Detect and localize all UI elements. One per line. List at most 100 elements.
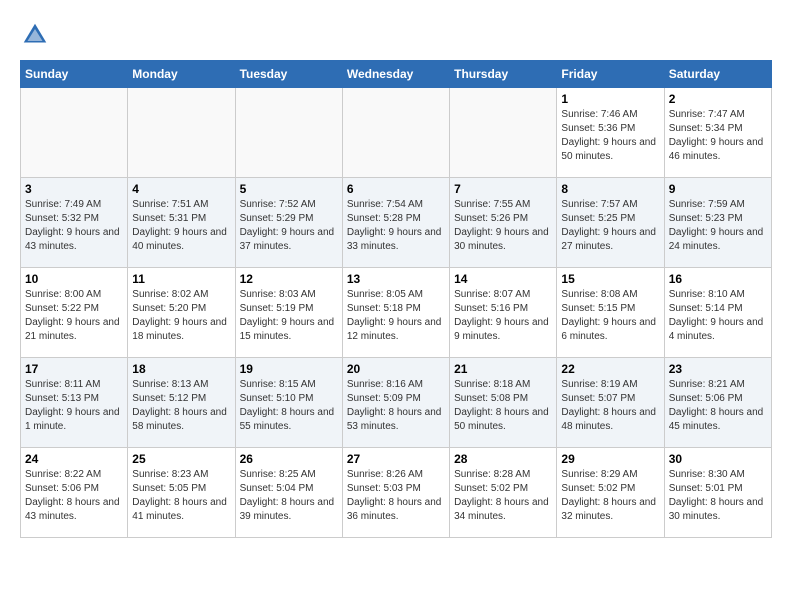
- day-number: 13: [347, 272, 445, 286]
- calendar-table: SundayMondayTuesdayWednesdayThursdayFrid…: [20, 60, 772, 538]
- calendar-cell: 29 Sunrise: 8:29 AM Sunset: 5:02 PM Dayli…: [557, 448, 664, 538]
- day-info: Sunrise: 8:02 AM Sunset: 5:20 PM Dayligh…: [132, 288, 230, 344]
- day-info: Sunrise: 8:16 AM Sunset: 5:09 PM Dayligh…: [347, 378, 445, 434]
- calendar-cell: 27 Sunrise: 8:26 AM Sunset: 5:03 PM Dayli…: [342, 448, 449, 538]
- day-number: 28: [454, 452, 552, 466]
- calendar-cell: 1 Sunrise: 7:46 AM Sunset: 5:36 PM Daylig…: [557, 88, 664, 178]
- day-info: Sunrise: 8:03 AM Sunset: 5:19 PM Dayligh…: [240, 288, 338, 344]
- calendar-cell: 11Sunrise: 8:02 AM Sunset: 5:20 PM Dayli…: [128, 268, 235, 358]
- calendar-cell: [450, 88, 557, 178]
- day-number: 22: [561, 362, 659, 376]
- day-info: Sunrise: 8:15 AM Sunset: 5:10 PM Dayligh…: [240, 378, 338, 434]
- day-info: Sunrise: 7:46 AM Sunset: 5:36 PM Dayligh…: [561, 108, 659, 164]
- day-number: 4: [132, 182, 230, 196]
- calendar-cell: 18Sunrise: 8:13 AM Sunset: 5:12 PM Dayli…: [128, 358, 235, 448]
- calendar-cell: [342, 88, 449, 178]
- day-number: 1: [561, 92, 659, 106]
- calendar-header-row: SundayMondayTuesdayWednesdayThursdayFrid…: [21, 61, 772, 88]
- day-info: Sunrise: 8:23 AM Sunset: 5:05 PM Dayligh…: [132, 468, 230, 524]
- day-number: 18: [132, 362, 230, 376]
- calendar-header-sunday: Sunday: [21, 61, 128, 88]
- calendar-cell: 2 Sunrise: 7:47 AM Sunset: 5:34 PM Daylig…: [664, 88, 771, 178]
- day-number: 20: [347, 362, 445, 376]
- day-info: Sunrise: 8:26 AM Sunset: 5:03 PM Dayligh…: [347, 468, 445, 524]
- day-info: Sunrise: 8:22 AM Sunset: 5:06 PM Dayligh…: [25, 468, 123, 524]
- calendar-cell: 24 Sunrise: 8:22 AM Sunset: 5:06 PM Dayli…: [21, 448, 128, 538]
- page-header: [20, 20, 772, 50]
- calendar-cell: [128, 88, 235, 178]
- day-number: 25: [132, 452, 230, 466]
- logo: [20, 20, 54, 50]
- calendar-cell: 16 Sunrise: 8:10 AM Sunset: 5:14 PM Dayli…: [664, 268, 771, 358]
- day-info: Sunrise: 8:11 AM Sunset: 5:13 PM Dayligh…: [25, 378, 123, 434]
- calendar-cell: 17Sunrise: 8:11 AM Sunset: 5:13 PM Dayli…: [21, 358, 128, 448]
- calendar-cell: 25 Sunrise: 8:23 AM Sunset: 5:05 PM Dayli…: [128, 448, 235, 538]
- calendar-cell: 21 Sunrise: 8:18 AM Sunset: 5:08 PM Dayli…: [450, 358, 557, 448]
- calendar-cell: 4 Sunrise: 7:51 AM Sunset: 5:31 PM Daylig…: [128, 178, 235, 268]
- calendar-header-thursday: Thursday: [450, 61, 557, 88]
- day-info: Sunrise: 7:57 AM Sunset: 5:25 PM Dayligh…: [561, 198, 659, 254]
- day-number: 8: [561, 182, 659, 196]
- calendar-cell: 15 Sunrise: 8:08 AM Sunset: 5:15 PM Dayli…: [557, 268, 664, 358]
- calendar-cell: 12 Sunrise: 8:03 AM Sunset: 5:19 PM Dayli…: [235, 268, 342, 358]
- day-number: 6: [347, 182, 445, 196]
- day-info: Sunrise: 8:18 AM Sunset: 5:08 PM Dayligh…: [454, 378, 552, 434]
- calendar-cell: 30Sunrise: 8:30 AM Sunset: 5:01 PM Dayli…: [664, 448, 771, 538]
- day-info: Sunrise: 7:54 AM Sunset: 5:28 PM Dayligh…: [347, 198, 445, 254]
- day-number: 19: [240, 362, 338, 376]
- day-number: 12: [240, 272, 338, 286]
- day-number: 9: [669, 182, 767, 196]
- calendar-cell: 20 Sunrise: 8:16 AM Sunset: 5:09 PM Dayli…: [342, 358, 449, 448]
- day-info: Sunrise: 8:21 AM Sunset: 5:06 PM Dayligh…: [669, 378, 767, 434]
- day-info: Sunrise: 7:59 AM Sunset: 5:23 PM Dayligh…: [669, 198, 767, 254]
- day-info: Sunrise: 8:28 AM Sunset: 5:02 PM Dayligh…: [454, 468, 552, 524]
- day-number: 7: [454, 182, 552, 196]
- calendar-cell: 14 Sunrise: 8:07 AM Sunset: 5:16 PM Dayli…: [450, 268, 557, 358]
- day-info: Sunrise: 7:47 AM Sunset: 5:34 PM Dayligh…: [669, 108, 767, 164]
- day-number: 2: [669, 92, 767, 106]
- calendar-header-tuesday: Tuesday: [235, 61, 342, 88]
- day-info: Sunrise: 7:51 AM Sunset: 5:31 PM Dayligh…: [132, 198, 230, 254]
- day-number: 5: [240, 182, 338, 196]
- day-info: Sunrise: 8:29 AM Sunset: 5:02 PM Dayligh…: [561, 468, 659, 524]
- calendar-cell: 7Sunrise: 7:55 AM Sunset: 5:26 PM Daylig…: [450, 178, 557, 268]
- calendar-cell: 23 Sunrise: 8:21 AM Sunset: 5:06 PM Dayli…: [664, 358, 771, 448]
- calendar-cell: [235, 88, 342, 178]
- day-info: Sunrise: 8:10 AM Sunset: 5:14 PM Dayligh…: [669, 288, 767, 344]
- calendar-cell: 5 Sunrise: 7:52 AM Sunset: 5:29 PM Daylig…: [235, 178, 342, 268]
- calendar-week-row: 17Sunrise: 8:11 AM Sunset: 5:13 PM Dayli…: [21, 358, 772, 448]
- day-number: 23: [669, 362, 767, 376]
- day-info: Sunrise: 8:30 AM Sunset: 5:01 PM Dayligh…: [669, 468, 767, 524]
- calendar-header-friday: Friday: [557, 61, 664, 88]
- calendar-cell: 22 Sunrise: 8:19 AM Sunset: 5:07 PM Dayli…: [557, 358, 664, 448]
- calendar-cell: [21, 88, 128, 178]
- day-number: 21: [454, 362, 552, 376]
- calendar-week-row: 24 Sunrise: 8:22 AM Sunset: 5:06 PM Dayli…: [21, 448, 772, 538]
- day-info: Sunrise: 8:07 AM Sunset: 5:16 PM Dayligh…: [454, 288, 552, 344]
- day-info: Sunrise: 8:25 AM Sunset: 5:04 PM Dayligh…: [240, 468, 338, 524]
- logo-icon: [20, 20, 50, 50]
- day-info: Sunrise: 8:00 AM Sunset: 5:22 PM Dayligh…: [25, 288, 123, 344]
- day-info: Sunrise: 8:19 AM Sunset: 5:07 PM Dayligh…: [561, 378, 659, 434]
- calendar-header-monday: Monday: [128, 61, 235, 88]
- calendar-cell: 26 Sunrise: 8:25 AM Sunset: 5:04 PM Dayli…: [235, 448, 342, 538]
- day-info: Sunrise: 7:52 AM Sunset: 5:29 PM Dayligh…: [240, 198, 338, 254]
- calendar-cell: 10 Sunrise: 8:00 AM Sunset: 5:22 PM Dayli…: [21, 268, 128, 358]
- calendar-cell: 28 Sunrise: 8:28 AM Sunset: 5:02 PM Dayli…: [450, 448, 557, 538]
- day-info: Sunrise: 8:08 AM Sunset: 5:15 PM Dayligh…: [561, 288, 659, 344]
- calendar-cell: 9 Sunrise: 7:59 AM Sunset: 5:23 PM Daylig…: [664, 178, 771, 268]
- day-number: 24: [25, 452, 123, 466]
- day-number: 14: [454, 272, 552, 286]
- calendar-week-row: 10 Sunrise: 8:00 AM Sunset: 5:22 PM Dayli…: [21, 268, 772, 358]
- day-info: Sunrise: 8:05 AM Sunset: 5:18 PM Dayligh…: [347, 288, 445, 344]
- day-number: 10: [25, 272, 123, 286]
- day-number: 15: [561, 272, 659, 286]
- calendar-week-row: 3Sunrise: 7:49 AM Sunset: 5:32 PM Daylig…: [21, 178, 772, 268]
- day-number: 16: [669, 272, 767, 286]
- day-number: 27: [347, 452, 445, 466]
- day-number: 29: [561, 452, 659, 466]
- calendar-cell: 6 Sunrise: 7:54 AM Sunset: 5:28 PM Daylig…: [342, 178, 449, 268]
- day-number: 26: [240, 452, 338, 466]
- calendar-header-saturday: Saturday: [664, 61, 771, 88]
- calendar-cell: 13 Sunrise: 8:05 AM Sunset: 5:18 PM Dayli…: [342, 268, 449, 358]
